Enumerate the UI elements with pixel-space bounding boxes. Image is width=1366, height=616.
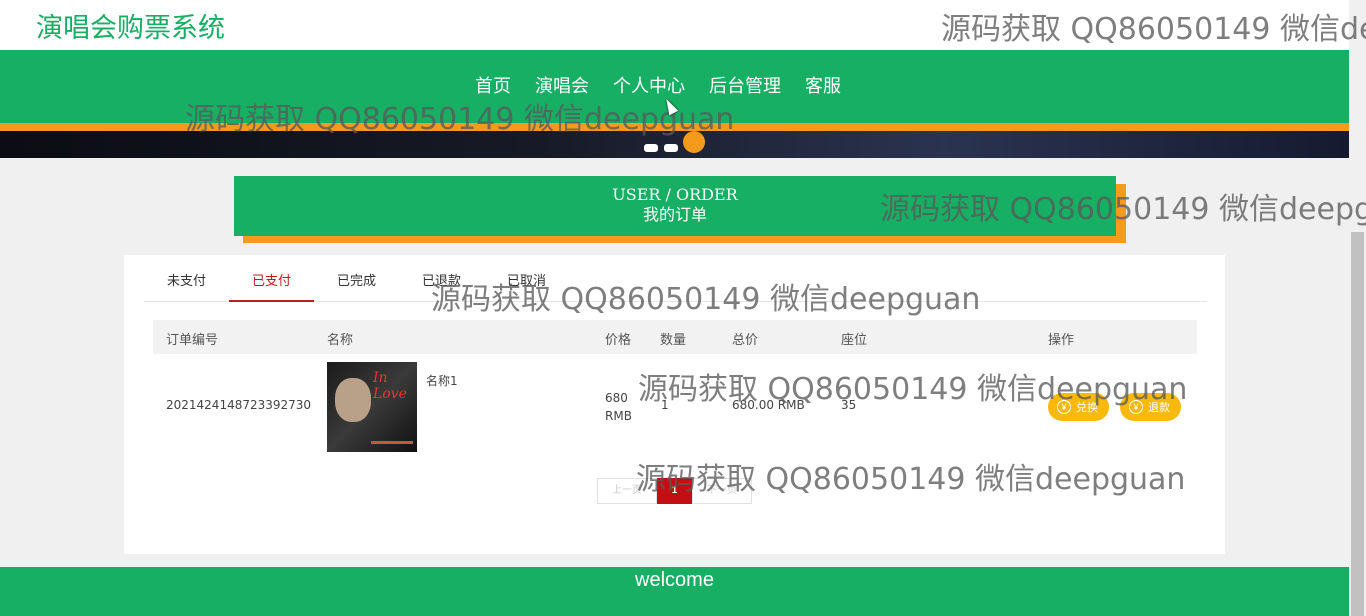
nav-item-home[interactable]: 首页 — [471, 72, 515, 98]
carousel-dot[interactable] — [664, 144, 678, 152]
exchange-button-label: 兑换 — [1076, 402, 1098, 414]
nav-item-support[interactable]: 客服 — [801, 72, 845, 98]
concert-name[interactable]: 名称1 — [426, 372, 458, 389]
col-name: 名称 — [327, 333, 354, 348]
price: 680 RMB — [605, 391, 632, 423]
tab-refunded[interactable]: 已退款 — [399, 265, 484, 302]
footer-text: welcome — [635, 569, 714, 591]
poster-portrait — [335, 378, 371, 422]
nav-items: 首页 演唱会 个人中心 后台管理 客服 — [471, 72, 861, 98]
poster-title: In Love — [373, 370, 407, 402]
table-header: 订单编号 名称 价格 数量 总价 座位 操作 — [153, 320, 1197, 354]
order-id: 2021424148723392730 — [166, 398, 312, 412]
table-row: 2021424148723392730 In Love 名称1 680 RMB … — [153, 354, 1197, 463]
nav-item-concerts[interactable]: 演唱会 — [531, 72, 593, 98]
section-header: USER / ORDER 我的订单 — [234, 176, 1116, 236]
carousel-dot-active[interactable] — [683, 131, 705, 153]
concert-poster[interactable]: In Love — [327, 362, 417, 452]
col-price: 价格 — [605, 333, 632, 348]
refund-button-label: 退款 — [1148, 402, 1170, 414]
carousel-dot[interactable] — [644, 144, 658, 152]
order-status-tabs: 未支付 已支付 已完成 已退款 已取消 — [144, 265, 1207, 302]
poster-strip — [371, 441, 413, 444]
tab-unpaid[interactable]: 未支付 — [144, 265, 229, 302]
total-price: 680.00 RMB — [732, 398, 805, 412]
seat: 35 — [841, 398, 857, 412]
site-title[interactable]: 演唱会购票系统 — [36, 6, 225, 45]
col-order-id: 订单编号 — [166, 333, 219, 348]
orders-panel: 未支付 已支付 已完成 已退款 已取消 订单编号 名称 价格 数量 总价 座位 … — [124, 255, 1225, 554]
yen-icon: ¥ — [1129, 400, 1143, 414]
nav-item-profile[interactable]: 个人中心 — [609, 72, 689, 98]
top-bar: 演唱会购票系统 — [0, 0, 1349, 50]
scrollbar-thumb[interactable] — [1351, 232, 1364, 616]
col-seat: 座位 — [841, 333, 868, 348]
pagination: 上一页 1 下一页 — [597, 478, 752, 504]
tab-cancelled[interactable]: 已取消 — [484, 265, 569, 302]
yen-icon: ¥ — [1057, 400, 1071, 414]
col-total: 总价 — [732, 333, 759, 348]
exchange-button[interactable]: ¥ 兑换 — [1048, 393, 1109, 421]
col-actions: 操作 — [1048, 333, 1075, 348]
current-page[interactable]: 1 — [657, 478, 692, 504]
nav-item-admin[interactable]: 后台管理 — [705, 72, 785, 98]
footer: welcome — [0, 567, 1349, 616]
col-quantity: 数量 — [660, 333, 687, 348]
tab-paid[interactable]: 已支付 — [229, 265, 314, 302]
quantity: 1 — [661, 398, 669, 412]
refund-button[interactable]: ¥ 退款 — [1120, 393, 1181, 421]
section-title-en: USER / ORDER — [612, 185, 738, 204]
tab-completed[interactable]: 已完成 — [314, 265, 399, 302]
banner-carousel — [0, 131, 1349, 158]
prev-page-button[interactable]: 上一页 — [597, 478, 657, 504]
section-title-cn: 我的订单 — [642, 205, 707, 224]
next-page-button[interactable]: 下一页 — [692, 478, 752, 504]
nav-accent-stripe — [0, 123, 1349, 131]
